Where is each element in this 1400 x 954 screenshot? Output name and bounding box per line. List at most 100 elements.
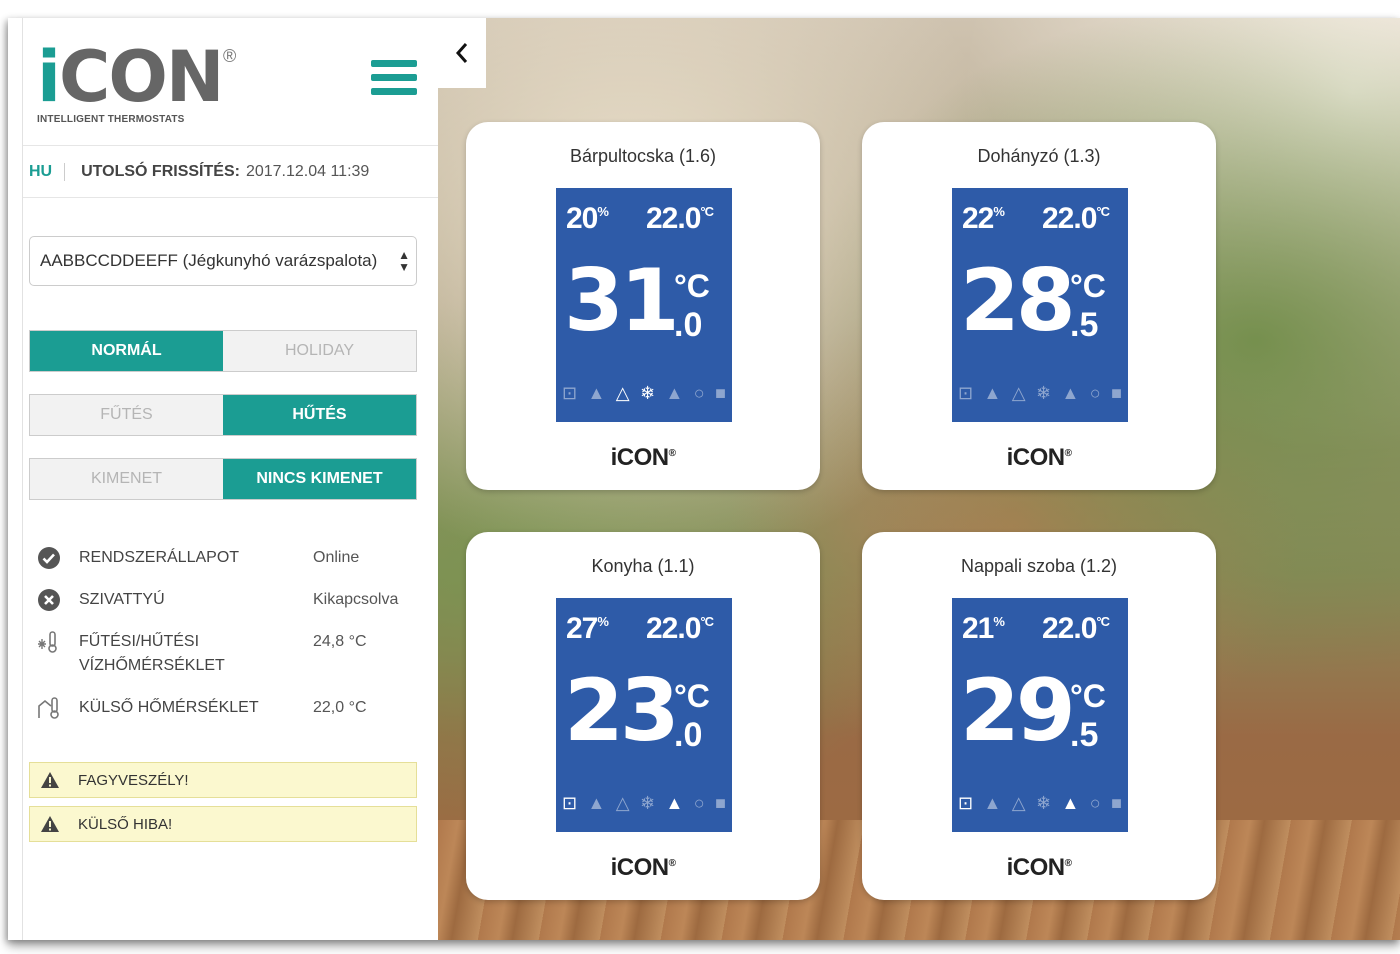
warning-icon: ▲ <box>665 383 684 403</box>
mode-toggle: NORMÁL HOLIDAY <box>29 330 417 372</box>
x-circle-icon <box>38 589 60 611</box>
status-row-water-temp: FŰTÉSI/HŰTÉSI VÍZHŐMÉRSÉKLET 24,8 °C <box>37 630 437 678</box>
humidity-value: 21% <box>962 612 1005 645</box>
window-icon: ⊡ <box>958 793 974 813</box>
dashboard-area: Bárpultocska (1.6) 20% 22.0°C 31 °C .0 ⊡… <box>438 18 1400 940</box>
window-icon: ⊡ <box>562 793 578 813</box>
thermostat-card[interactable]: Nappali szoba (1.2) 21% 22.0°C 29 °C .5 … <box>862 532 1216 900</box>
logo-area: iCON ® INTELLIGENT THERMOSTATS <box>23 18 447 146</box>
drop-icon: ▲ <box>587 793 606 813</box>
temperature-decimal: .5 <box>1070 716 1099 754</box>
status-label: SZIVATTYÚ <box>79 591 165 608</box>
status-row-outside-temp: KÜLSŐ HŐMÉRSÉKLET 22,0 °C <box>37 696 437 720</box>
temperature-unit: °C <box>674 268 710 304</box>
language-switch[interactable]: HU <box>29 162 66 181</box>
lock-icon: ■ <box>715 793 726 813</box>
check-circle-icon <box>38 547 60 569</box>
output-toggle: KIMENET NINCS KIMENET <box>29 458 417 500</box>
mode-holiday-button[interactable]: HOLIDAY <box>223 331 416 371</box>
temperature-decimal: .0 <box>674 716 703 754</box>
snowflake-icon: ❄ <box>640 383 656 403</box>
clock-icon: ○ <box>693 793 705 813</box>
alert-frost: FAGYVESZÉLY! <box>29 762 417 798</box>
warning-icon <box>41 816 59 832</box>
setpoint-value: 22.0°C <box>1042 202 1110 235</box>
thermostat-name: Nappali szoba (1.2) <box>960 556 1118 576</box>
drop-icon: ▲ <box>983 793 1002 813</box>
heat-cool-toggle: FŰTÉS HŰTÉS <box>29 394 417 436</box>
triangle-icon: △ <box>615 383 630 403</box>
warning-icon: ▲ <box>665 793 684 813</box>
thermometer-snowflake-icon <box>38 631 57 653</box>
temperature-integer: 23 <box>564 661 680 761</box>
lock-icon: ■ <box>715 383 726 403</box>
triangle-icon: △ <box>1011 383 1026 403</box>
temperature-integer: 31 <box>564 251 680 351</box>
cooling-button[interactable]: HŰTÉS <box>223 395 416 435</box>
status-label: FŰTÉSI/HŰTÉSI VÍZHŐMÉRSÉKLET <box>79 633 225 674</box>
thermostat-name: Bárpultocska (1.6) <box>569 146 717 166</box>
status-row-system: RENDSZERÁLLAPOT Online <box>37 546 437 570</box>
window-icon: ⊡ <box>562 383 578 403</box>
status-value: Kikapcsolva <box>313 591 399 608</box>
setpoint-value: 22.0°C <box>646 202 714 235</box>
logo: iCON ® INTELLIGENT THERMOSTATS <box>37 36 236 125</box>
last-refresh-label: UTOLSÓ FRISSÍTÉS: <box>81 162 240 180</box>
app-window: iCON ® INTELLIGENT THERMOSTATS HU UTOLSÓ… <box>8 18 1400 940</box>
snowflake-icon: ❄ <box>1036 383 1052 403</box>
select-updown-icon: ▲ ▼ <box>398 248 410 274</box>
warning-icon <box>41 772 59 788</box>
screen-icons: ⊡ ▲ △ ❄ ▲ ○ ■ <box>562 383 726 404</box>
output-button[interactable]: KIMENET <box>30 459 223 499</box>
thermostat-screen: 22% 22.0°C 28 °C .5 ⊡ ▲ △ ❄ ▲ ○ ■ <box>952 188 1128 422</box>
temperature-decimal: .0 <box>674 306 703 344</box>
temperature-integer: 29 <box>960 661 1076 761</box>
lock-icon: ■ <box>1111 793 1122 813</box>
mode-normal-button[interactable]: NORMÁL <box>30 331 223 371</box>
warning-icon: ▲ <box>1061 793 1080 813</box>
temperature-unit: °C <box>1070 678 1106 714</box>
drop-icon: ▲ <box>983 383 1002 403</box>
card-brand: iCON® <box>610 854 676 881</box>
humidity-value: 22% <box>962 202 1005 235</box>
clock-icon: ○ <box>1089 383 1101 403</box>
outdoor-thermometer-icon <box>38 697 59 719</box>
setpoint-value: 22.0°C <box>646 612 714 645</box>
thermostat-screen: 20% 22.0°C 31 °C .0 ⊡ ▲ △ ❄ ▲ ○ ■ <box>556 188 732 422</box>
drop-icon: ▲ <box>587 383 606 403</box>
snowflake-icon: ❄ <box>640 793 656 813</box>
heating-button[interactable]: FŰTÉS <box>30 395 223 435</box>
no-output-button[interactable]: NINCS KIMENET <box>223 459 416 499</box>
card-brand: iCON® <box>1006 854 1072 881</box>
device-select[interactable]: AABBCCDDEEFF (Jégkunyhó varázspalota) ▲ ▼ <box>29 236 417 286</box>
registered-mark: ® <box>223 46 237 66</box>
window-icon: ⊡ <box>958 383 974 403</box>
snowflake-icon: ❄ <box>1036 793 1052 813</box>
thermostat-name: Dohányzó (1.3) <box>977 146 1101 166</box>
alert-text: FAGYVESZÉLY! <box>78 771 189 789</box>
card-brand: iCON® <box>1006 444 1072 471</box>
status-list: RENDSZERÁLLAPOT Online SZIVATTYÚ Kikapcs… <box>37 546 437 738</box>
sidebar: iCON ® INTELLIGENT THERMOSTATS HU UTOLSÓ… <box>22 18 447 940</box>
card-brand: iCON® <box>610 444 676 471</box>
lock-icon: ■ <box>1111 383 1122 403</box>
warning-icon: ▲ <box>1061 383 1080 403</box>
status-value: 24,8 °C <box>313 633 367 650</box>
logo-wordmark: iCON <box>37 36 224 118</box>
alert-text: KÜLSŐ HIBA! <box>78 815 173 833</box>
triangle-icon: △ <box>1011 793 1026 813</box>
temperature-integer: 28 <box>960 251 1076 351</box>
collapse-sidebar-button[interactable] <box>438 18 486 88</box>
setpoint-value: 22.0°C <box>1042 612 1110 645</box>
status-value: Online <box>313 549 360 566</box>
thermostat-screen: 21% 22.0°C 29 °C .5 ⊡ ▲ △ ❄ ▲ ○ ■ <box>952 598 1128 832</box>
thermostat-card[interactable]: Dohányzó (1.3) 22% 22.0°C 28 °C .5 ⊡ ▲ △… <box>862 122 1216 490</box>
clock-icon: ○ <box>1089 793 1101 813</box>
thermostat-card[interactable]: Konyha (1.1) 27% 22.0°C 23 °C .0 ⊡ ▲ △ ❄… <box>466 532 820 900</box>
status-label: KÜLSŐ HŐMÉRSÉKLET <box>79 699 259 716</box>
status-row-pump: SZIVATTYÚ Kikapcsolva <box>37 588 437 612</box>
hamburger-menu-icon[interactable] <box>371 60 417 100</box>
screen-icons: ⊡ ▲ △ ❄ ▲ ○ ■ <box>562 793 726 814</box>
status-value: 22,0 °C <box>313 699 367 716</box>
thermostat-card[interactable]: Bárpultocska (1.6) 20% 22.0°C 31 °C .0 ⊡… <box>466 122 820 490</box>
